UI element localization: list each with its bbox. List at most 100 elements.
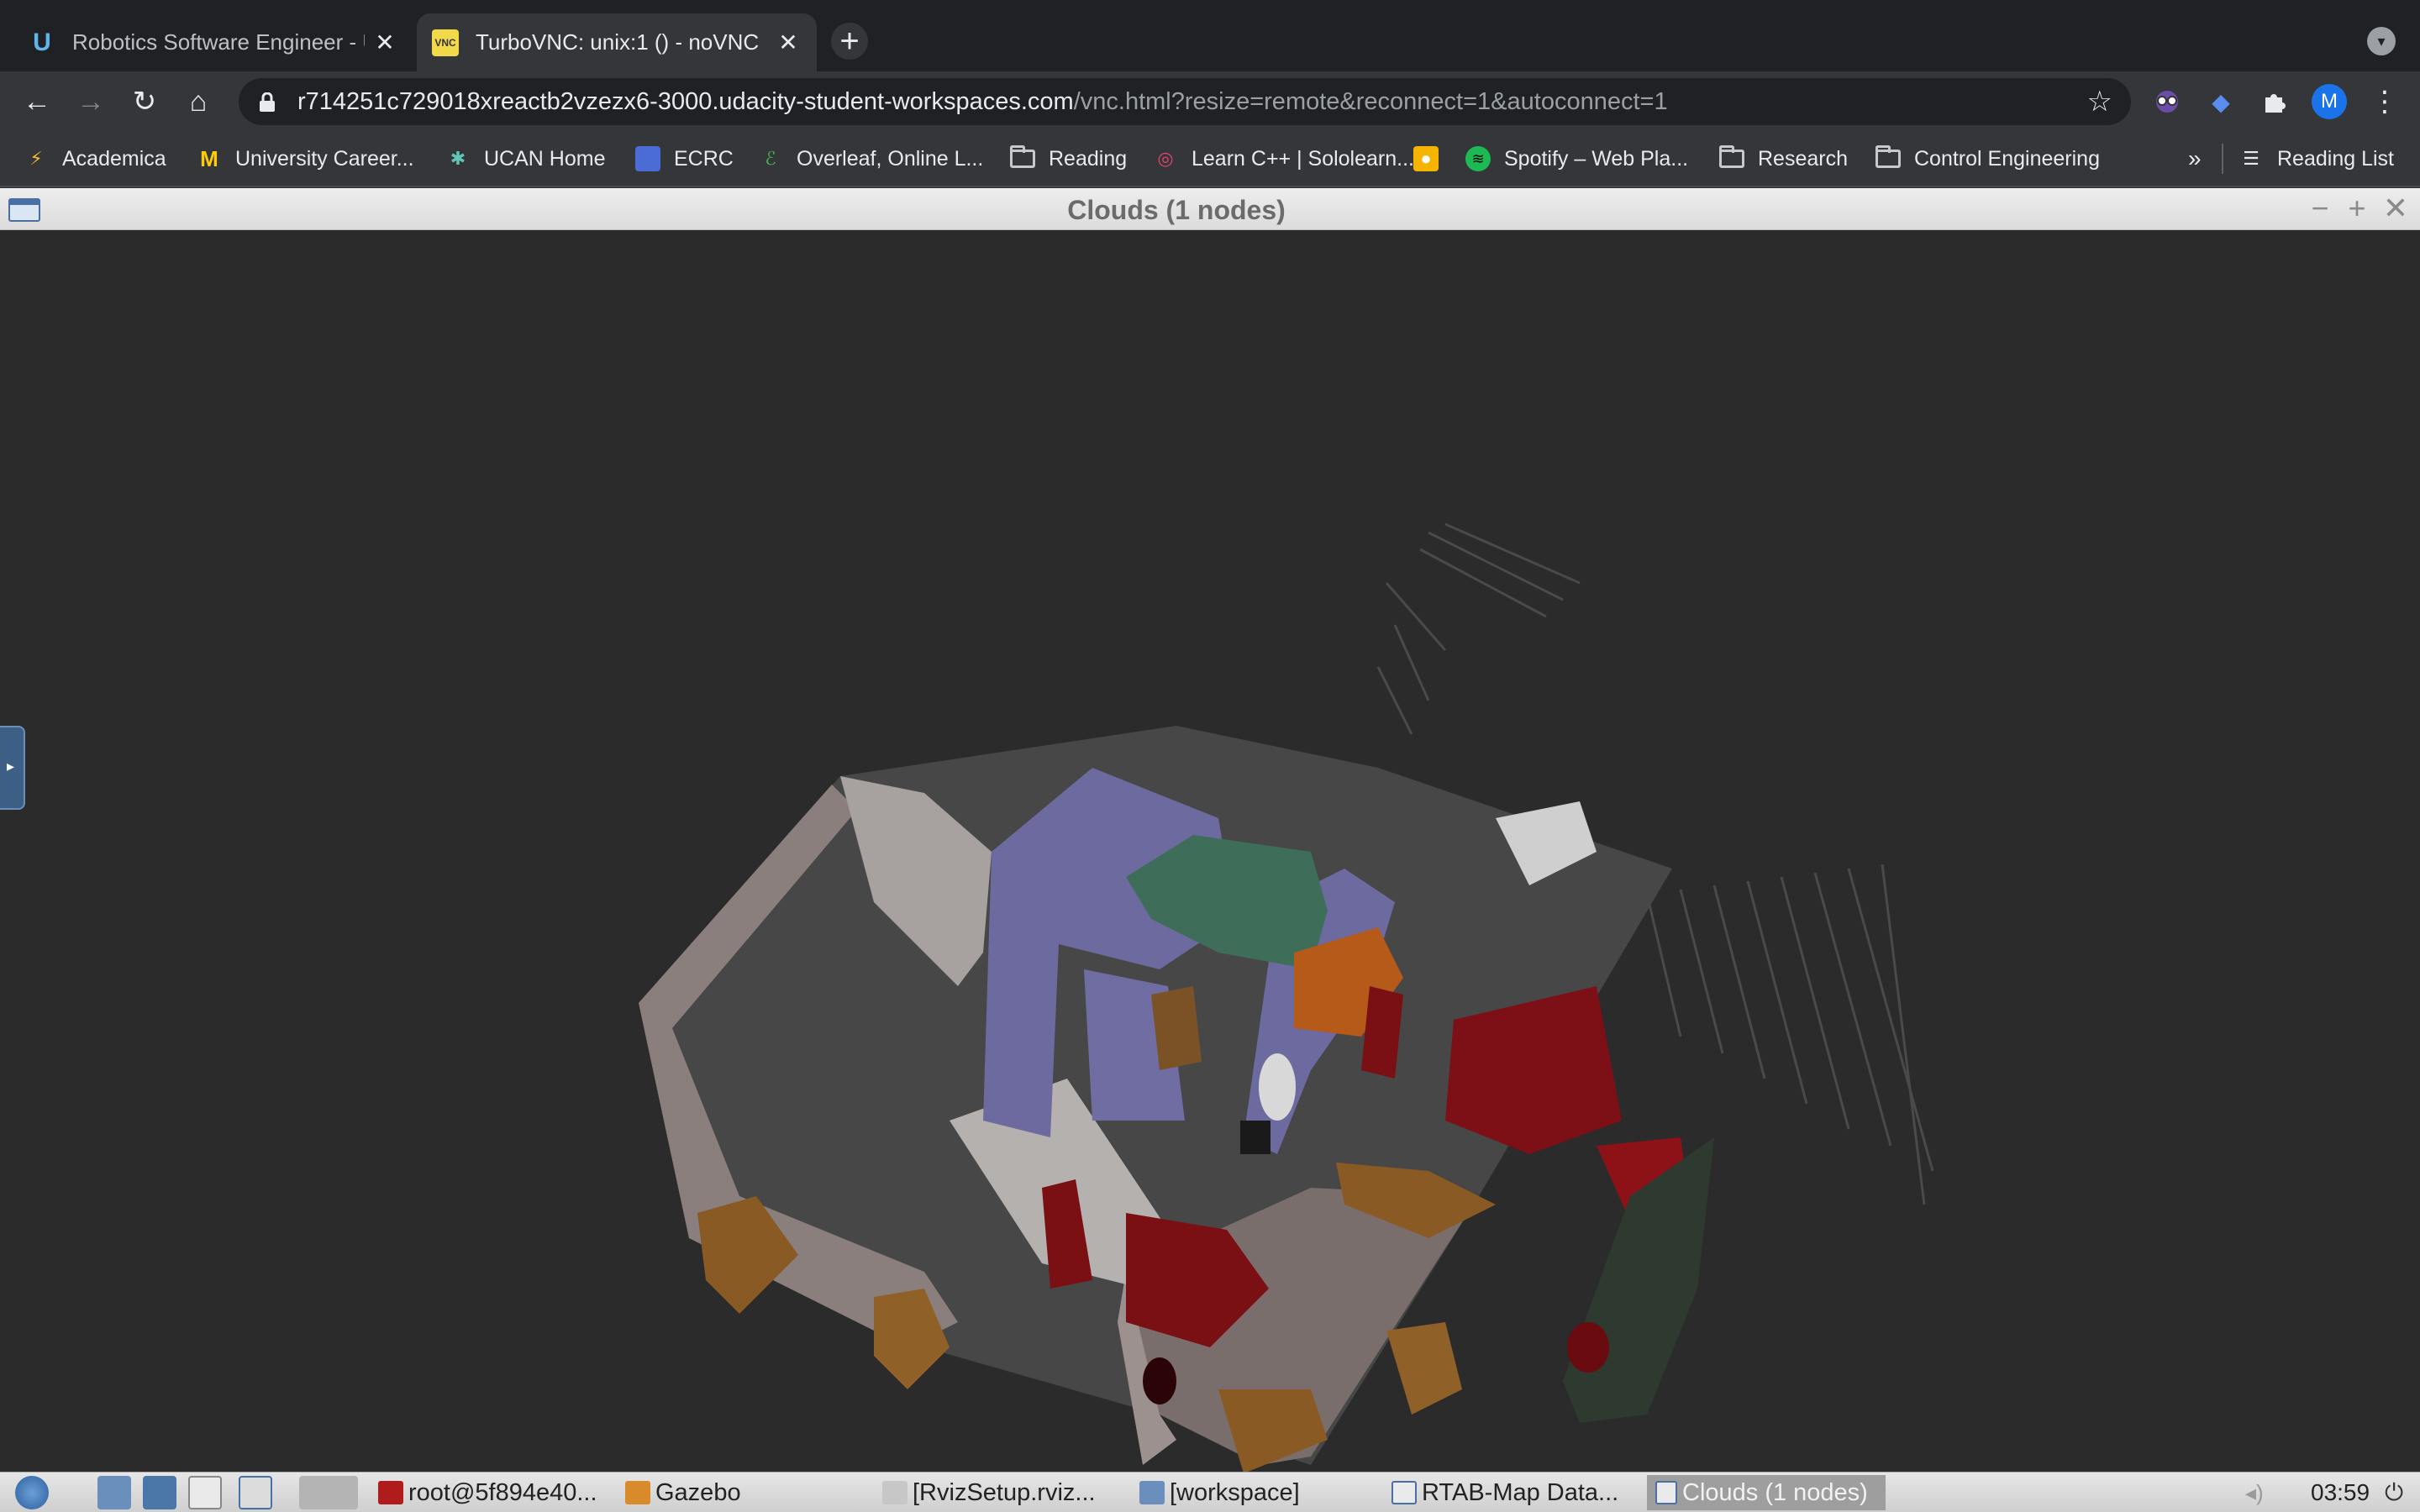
bookmark-label: Research	[1758, 146, 1848, 171]
folder-icon	[1139, 1481, 1165, 1504]
bookmarks-overflow-button[interactable]: »	[2188, 142, 2202, 176]
task-rviz[interactable]: [RvizSetup.rviz...	[882, 1475, 1096, 1510]
bookmark-academica[interactable]: ⚡ Academica	[24, 142, 166, 176]
home-icon[interactable]: ⌂	[180, 83, 217, 120]
menu-kebab-icon[interactable]: ⋮	[2368, 85, 2402, 118]
bookmark-university-career[interactable]: M University Career...	[197, 142, 414, 176]
bookmark-label: Reading	[1049, 146, 1128, 171]
extension-glasses-icon[interactable]	[2150, 85, 2184, 118]
bookmark-notes[interactable]: ●	[1413, 142, 1452, 176]
reading-list-button[interactable]: ☰ Reading List	[2238, 142, 2394, 176]
bookmarks-bar: ⚡ Academica M University Career... ✱ UCA…	[0, 132, 2420, 187]
bookmark-spotify[interactable]: ≋ Spotify – Web Pla...	[1465, 142, 1688, 176]
bookmark-label: University Career...	[235, 146, 414, 171]
reading-list-icon: ☰	[2243, 148, 2260, 169]
overleaf-icon: ℰ	[765, 148, 776, 169]
task-terminal[interactable]: root@5f894e40...	[378, 1475, 597, 1510]
window-title: Clouds (1 nodes)	[1067, 195, 1286, 225]
bookmark-label: Overleaf, Online L...	[797, 146, 984, 171]
novnc-control-bar-handle[interactable]: ▸	[0, 726, 25, 810]
terminal-icon	[378, 1481, 403, 1504]
reading-list-label: Reading List	[2277, 146, 2394, 171]
bookmark-sololearn[interactable]: ◎ Learn C++ | Sololearn...	[1153, 142, 1414, 176]
point-cloud-3d-view[interactable]: ▸	[0, 230, 2420, 1473]
close-tab-icon[interactable]: ✕	[775, 29, 802, 56]
task-label: [workspace]	[1170, 1478, 1300, 1506]
robot-body	[1259, 1053, 1296, 1121]
bookmark-label: Learn C++ | Sololearn...	[1192, 146, 1414, 171]
folder-icon	[1010, 145, 1035, 168]
extensions-puzzle-icon[interactable]	[2258, 85, 2291, 118]
workspace-switcher-icon[interactable]	[143, 1476, 176, 1509]
tab-bar: U Robotics Software Engineer - U ✕ VNC T…	[0, 0, 2420, 80]
task-label: root@5f894e40...	[408, 1478, 597, 1506]
close-tab-icon[interactable]: ✕	[371, 29, 398, 56]
sololearn-icon: ◎	[1157, 148, 1174, 169]
furniture-cabinet	[1386, 1322, 1462, 1415]
bookmark-ecrc[interactable]: ECRC	[635, 142, 734, 176]
reload-icon[interactable]: ↻	[126, 83, 163, 120]
academica-icon: ⚡	[29, 148, 43, 169]
ecrc-icon	[635, 146, 660, 171]
close-icon[interactable]: ✕	[2381, 191, 2410, 225]
bookmark-star-icon[interactable]: ☆	[2087, 85, 2112, 118]
furniture-shelf	[1151, 986, 1202, 1070]
task-clouds-active[interactable]: Clouds (1 nodes)	[1647, 1475, 1886, 1510]
vnc-viewport[interactable]: Clouds (1 nodes) − + ✕ ▸	[0, 188, 2420, 1473]
rviz-icon	[882, 1481, 908, 1504]
tab-title: Robotics Software Engineer - U	[72, 29, 365, 55]
power-icon[interactable]: ⏻	[2385, 1475, 2403, 1510]
desktop-1-icon[interactable]	[239, 1476, 272, 1509]
new-tab-button[interactable]: +	[831, 23, 868, 60]
task-gazebo[interactable]: Gazebo	[625, 1475, 741, 1510]
volume-icon[interactable]: ◂)	[2245, 1475, 2264, 1510]
tab-robotics[interactable]: U Robotics Software Engineer - U ✕	[13, 13, 413, 71]
tab-turbovnc[interactable]: VNC TurboVNC: unix:1 () - noVNC ✕	[417, 13, 817, 71]
address-bar[interactable]: r714251c729018xreactb2vzezx6-3000.udacit…	[239, 78, 2131, 125]
task-workspace[interactable]: [workspace]	[1139, 1475, 1300, 1510]
bookmark-label: UCAN Home	[484, 146, 606, 171]
profile-avatar[interactable]: M	[2312, 84, 2347, 119]
forward-icon[interactable]: →	[72, 83, 109, 120]
bookmark-folder-reading[interactable]: Reading	[1010, 142, 1127, 176]
window-titlebar[interactable]: Clouds (1 nodes) − + ✕	[0, 188, 2420, 230]
window-icon	[1655, 1481, 1677, 1504]
back-icon[interactable]: ←	[18, 83, 55, 120]
bookmark-folder-control-engineering[interactable]: Control Engineering	[1876, 142, 2100, 176]
red-object	[1567, 1322, 1609, 1373]
desktop-2-icon[interactable]	[299, 1476, 358, 1509]
divider	[2222, 144, 2223, 174]
task-label: RTAB-Map Data...	[1422, 1478, 1619, 1506]
bookmark-label: Spotify – Web Pla...	[1504, 146, 1689, 171]
vnc-icon: VNC	[432, 29, 459, 56]
bookmark-folder-research[interactable]: Research	[1719, 142, 1848, 176]
bookmark-label: Control Engineering	[1914, 146, 2100, 171]
bookmark-label: ECRC	[674, 146, 734, 171]
bookmark-overleaf[interactable]: ℰ Overleaf, Online L...	[758, 142, 983, 176]
tab-search-icon[interactable]: ▾	[2367, 27, 2396, 55]
lock-icon	[259, 92, 276, 112]
robot-base	[1240, 1121, 1270, 1154]
browser-toolbar: ← → ↻ ⌂ r714251c729018xreactb2vzezx6-300…	[0, 71, 2420, 132]
start-menu-icon[interactable]	[15, 1476, 49, 1509]
folder-icon	[1876, 145, 1901, 168]
spotify-icon: ≋	[1465, 146, 1491, 171]
url-text: r714251c729018xreactb2vzezx6-3000.udacit…	[297, 87, 1668, 115]
bookmark-label: Academica	[62, 146, 166, 171]
window-icon	[1392, 1481, 1417, 1504]
folder-icon	[1719, 145, 1744, 168]
task-rtabmap[interactable]: RTAB-Map Data...	[1392, 1475, 1618, 1510]
minimize-icon[interactable]: −	[2306, 191, 2334, 225]
maximize-icon[interactable]: +	[2343, 191, 2371, 225]
desktop-taskbar: root@5f894e40... Gazebo [RvizSetup.rviz.…	[0, 1472, 2420, 1512]
task-label: Gazebo	[655, 1478, 741, 1506]
tab-title: TurboVNC: unix:1 () - noVNC	[476, 29, 760, 55]
file-manager-icon[interactable]	[97, 1476, 131, 1509]
task-label: Clouds (1 nodes)	[1682, 1478, 1868, 1506]
clock: 03:59	[2311, 1479, 2370, 1505]
task-label: [RvizSetup.rviz...	[913, 1478, 1096, 1506]
bookmark-ucan[interactable]: ✱ UCAN Home	[445, 142, 606, 176]
michigan-icon: M	[200, 145, 218, 171]
extension-grad-icon[interactable]: ◆	[2204, 85, 2238, 118]
show-desktop-icon[interactable]	[188, 1476, 222, 1509]
